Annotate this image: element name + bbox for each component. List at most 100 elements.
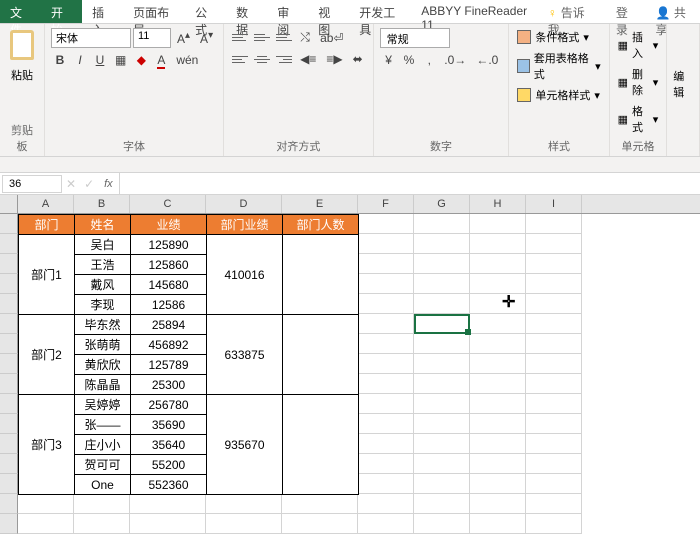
col-header-e[interactable]: E [282, 195, 358, 213]
format-as-table-button[interactable]: 套用表格格式 ▾ [515, 49, 602, 83]
border-button[interactable]: ▦ [111, 51, 130, 69]
cell-perf[interactable]: 35640 [131, 435, 207, 455]
font-size-select[interactable]: 11 [133, 28, 171, 48]
row-header[interactable] [0, 294, 18, 314]
cell-styles-button[interactable]: 单元格样式 ▾ [515, 86, 602, 104]
cell-name[interactable]: 贺可可 [75, 455, 131, 475]
tab-home[interactable]: 开始 [41, 0, 82, 23]
percent-button[interactable]: % [400, 51, 419, 69]
cell-name[interactable]: 戴风 [75, 275, 131, 295]
cell-name[interactable]: 吴白 [75, 235, 131, 255]
cell-name[interactable]: 黄欣欣 [75, 355, 131, 375]
col-header-b[interactable]: B [74, 195, 130, 213]
cell-name[interactable]: 吴婷婷 [75, 395, 131, 415]
row-header[interactable] [0, 214, 18, 234]
align-left-button[interactable] [230, 51, 250, 67]
indent-increase-button[interactable]: ≡▶ [322, 50, 346, 68]
insert-cells-button[interactable]: ▦ 插入 ▾ [616, 28, 661, 62]
align-right-button[interactable] [274, 51, 294, 67]
tab-page-layout[interactable]: 页面布局 [123, 0, 185, 23]
conditional-format-button[interactable]: 条件格式 ▾ [515, 28, 602, 46]
cell-dept[interactable]: 部门2 [19, 315, 75, 395]
row-header[interactable] [0, 234, 18, 254]
login-button[interactable]: 登录 [606, 0, 646, 23]
paste-button[interactable] [6, 28, 38, 64]
name-box[interactable]: 36 [2, 175, 62, 193]
select-all-corner[interactable] [0, 195, 18, 213]
row-header[interactable] [0, 274, 18, 294]
enter-icon[interactable]: ✓ [80, 177, 98, 191]
cell-perf[interactable]: 456892 [131, 335, 207, 355]
align-bottom-button[interactable] [274, 30, 294, 46]
th-perf[interactable]: 业绩 [131, 215, 207, 235]
increase-decimal-button[interactable]: .0→ [440, 51, 470, 69]
underline-button[interactable]: U [91, 51, 109, 69]
cell-name[interactable]: 庄小小 [75, 435, 131, 455]
tab-file[interactable]: 文件 [0, 0, 41, 23]
cell-dept-count[interactable] [283, 395, 359, 495]
col-header-h[interactable]: H [470, 195, 526, 213]
cell-name[interactable]: 毕东然 [75, 315, 131, 335]
tell-me[interactable]: ♀告诉我... [538, 0, 606, 23]
cell-name[interactable]: 陈晶晶 [75, 375, 131, 395]
cell-dept[interactable]: 部门3 [19, 395, 75, 495]
row-header[interactable] [0, 334, 18, 354]
cell-dept-count[interactable] [283, 235, 359, 315]
row-header[interactable] [0, 514, 18, 534]
fx-button[interactable]: fx [98, 176, 119, 192]
format-cells-button[interactable]: ▦ 格式 ▾ [616, 102, 661, 136]
col-header-c[interactable]: C [130, 195, 206, 213]
fill-color-button[interactable]: ◆ [132, 51, 150, 69]
row-header[interactable] [0, 494, 18, 514]
row-header[interactable] [0, 414, 18, 434]
font-name-select[interactable]: 宋体 [51, 28, 131, 48]
cell-perf[interactable]: 12586 [131, 295, 207, 315]
row-header[interactable] [0, 394, 18, 414]
cell-perf[interactable]: 25894 [131, 315, 207, 335]
cell-name[interactable]: One [75, 475, 131, 495]
th-dept-count[interactable]: 部门人数 [283, 215, 359, 235]
wrap-text-button[interactable]: ab⏎ [316, 29, 347, 47]
bold-button[interactable]: B [51, 51, 69, 69]
cell-perf[interactable]: 125860 [131, 255, 207, 275]
align-middle-button[interactable] [252, 30, 272, 46]
cell-perf[interactable]: 55200 [131, 455, 207, 475]
tab-review[interactable]: 审阅 [267, 0, 308, 23]
cell-perf[interactable]: 125789 [131, 355, 207, 375]
cell-dept-total[interactable]: 935670 [207, 395, 283, 495]
decrease-font-button[interactable]: A▾ [196, 28, 217, 48]
col-header-f[interactable]: F [358, 195, 414, 213]
indent-decrease-button[interactable]: ◀≡ [296, 50, 320, 68]
tab-formulas[interactable]: 公式 [185, 0, 226, 23]
cell-name[interactable]: 张萌萌 [75, 335, 131, 355]
tab-insert[interactable]: 插入 [82, 0, 123, 23]
tab-view[interactable]: 视图 [308, 0, 349, 23]
cell-dept-total[interactable]: 633875 [207, 315, 283, 395]
row-header[interactable] [0, 434, 18, 454]
currency-button[interactable]: ¥ [380, 51, 398, 69]
orientation-button[interactable]: ⤭ [296, 28, 314, 47]
share-button[interactable]: 👤 共享 [646, 0, 700, 23]
cancel-icon[interactable]: ✕ [62, 177, 80, 191]
formula-input[interactable] [119, 173, 700, 194]
cell-name[interactable]: 王浩 [75, 255, 131, 275]
row-header[interactable] [0, 354, 18, 374]
th-name[interactable]: 姓名 [75, 215, 131, 235]
merge-center-button[interactable]: ⬌ [349, 50, 367, 68]
cell-perf[interactable]: 552360 [131, 475, 207, 495]
align-top-button[interactable] [230, 30, 250, 46]
cell-perf[interactable]: 125890 [131, 235, 207, 255]
align-center-button[interactable] [252, 51, 272, 67]
delete-cells-button[interactable]: ▦ 删除 ▾ [616, 65, 661, 99]
italic-button[interactable]: I [71, 51, 89, 69]
cell-dept-total[interactable]: 410016 [207, 235, 283, 315]
th-dept[interactable]: 部门 [19, 215, 75, 235]
cell-perf[interactable]: 35690 [131, 415, 207, 435]
col-header-i[interactable]: I [526, 195, 582, 213]
cell-perf[interactable]: 145680 [131, 275, 207, 295]
col-header-g[interactable]: G [414, 195, 470, 213]
tab-data[interactable]: 数据 [226, 0, 267, 23]
row-header[interactable] [0, 374, 18, 394]
cell-name[interactable]: 张—— [75, 415, 131, 435]
number-format-select[interactable]: 常规 [380, 28, 450, 48]
